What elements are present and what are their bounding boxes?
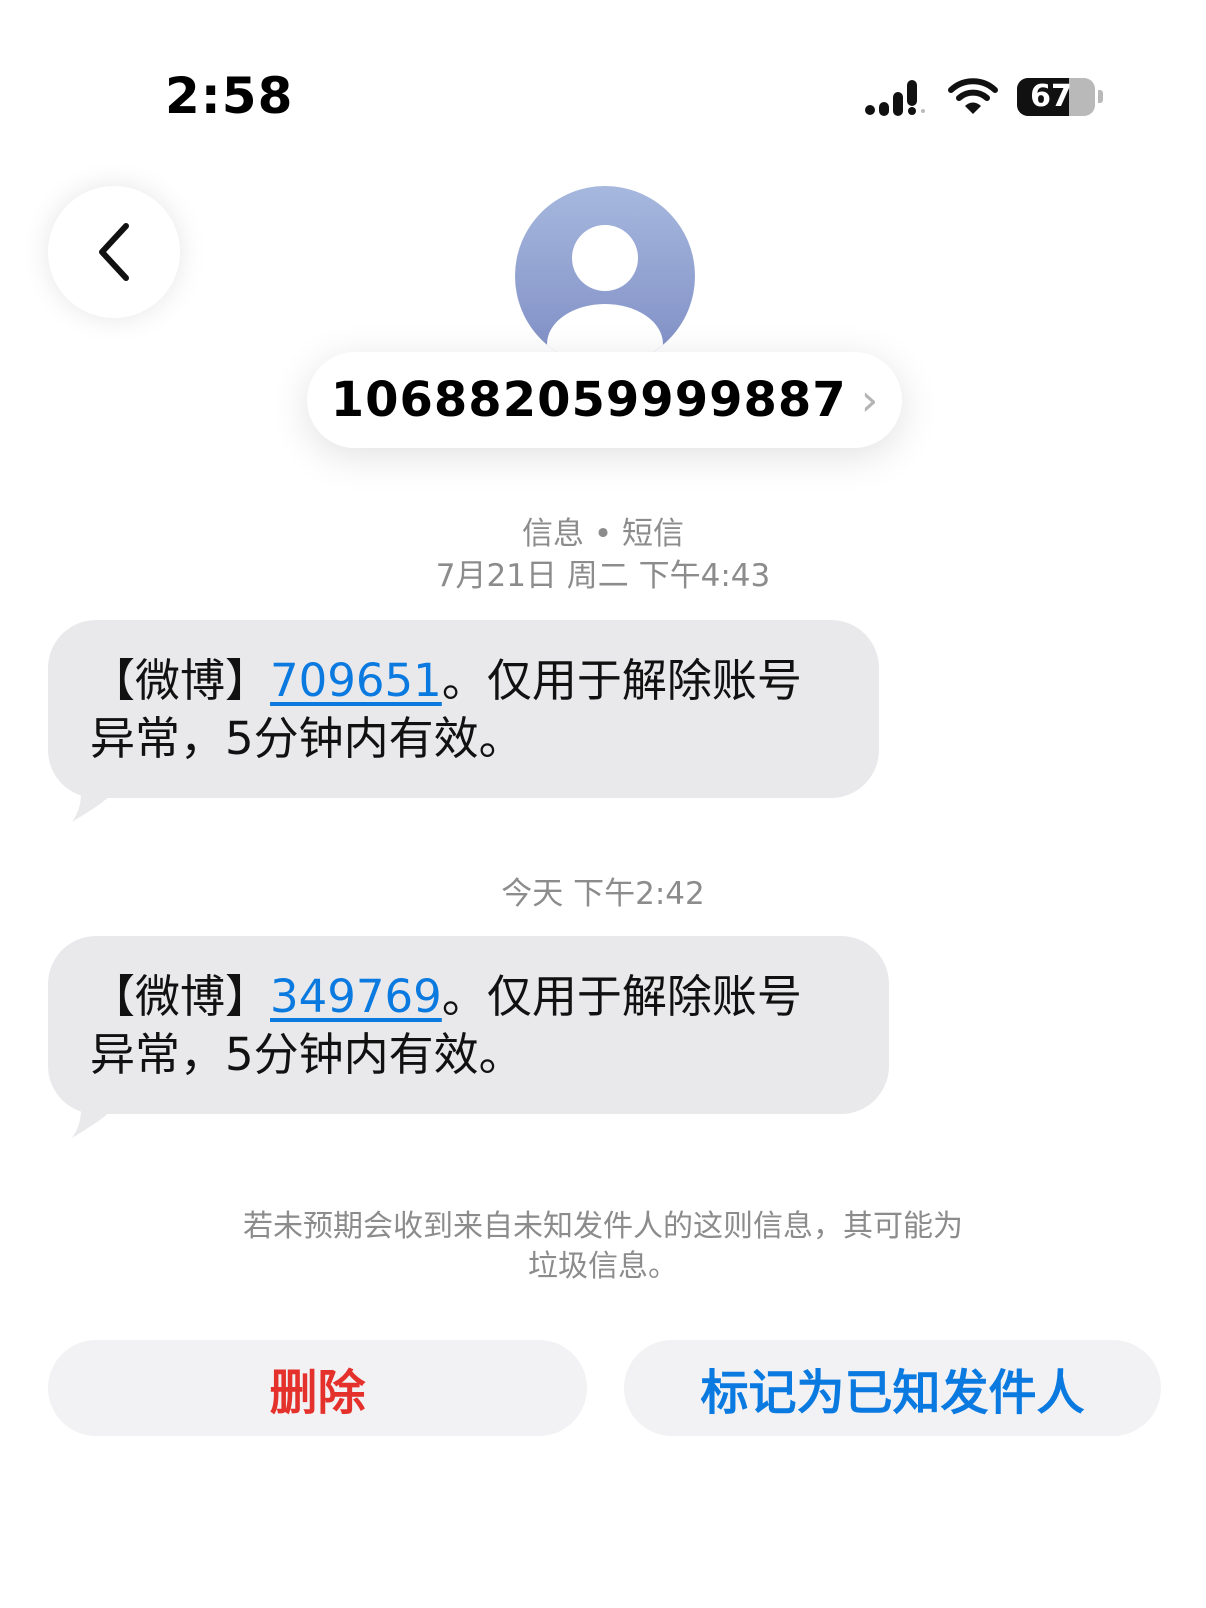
person-placeholder-icon — [547, 225, 663, 366]
contact-details-button[interactable]: 106882059999887 › — [307, 352, 902, 448]
unknown-sender-notice: 若未预期会收到来自未知发件人的这则信息，其可能为 垃圾信息。 — [150, 1207, 1056, 1287]
message-sender-tag: 【微博】 — [90, 970, 271, 1023]
messages-screen: 2:58 67 106882059999887 › 信息 • 短信 7月21日 … — [0, 0, 1206, 1608]
message-line: 【微博】349769。仅用于解除账号 — [90, 968, 847, 1026]
message-line: 异常，5分钟内有效。 — [90, 1028, 524, 1081]
message-text: 。仅用于解除账号 — [441, 654, 802, 707]
chevron-right-icon: › — [860, 374, 879, 426]
verification-code-link[interactable]: 709651 — [270, 654, 442, 707]
bubble-tail — [72, 1094, 114, 1138]
bubble-tail — [72, 778, 114, 822]
contact-number: 106882059999887 — [330, 372, 847, 428]
chevron-left-icon — [99, 223, 129, 281]
mark-known-sender-button[interactable]: 标记为已知发件人 — [624, 1340, 1161, 1436]
message-bubble[interactable]: 【微博】709651。仅用于解除账号 异常，5分钟内有效。 — [48, 620, 879, 798]
message-sender-tag: 【微博】 — [90, 654, 271, 707]
status-time: 2:58 — [165, 67, 294, 125]
battery-icon: 67 — [1017, 78, 1095, 116]
service-label: 信息 • 短信 — [522, 516, 684, 552]
notice-line: 垃圾信息。 — [528, 1249, 678, 1284]
contact-avatar[interactable] — [515, 186, 695, 366]
message-line: 【微博】709651。仅用于解除账号 — [90, 652, 837, 710]
back-button[interactable] — [48, 186, 180, 318]
wifi-icon — [948, 78, 998, 114]
battery-level: 67 — [1030, 79, 1072, 114]
battery-tip — [1098, 90, 1103, 103]
delete-button[interactable]: 删除 — [48, 1340, 587, 1436]
message-bubble[interactable]: 【微博】349769。仅用于解除账号 异常，5分钟内有效。 — [48, 936, 889, 1114]
cellular-signal-icon — [865, 80, 925, 116]
message-text: 。仅用于解除账号 — [441, 970, 802, 1023]
message-timestamp: 今天 下午2:42 — [501, 876, 705, 912]
message-line: 异常，5分钟内有效。 — [90, 712, 524, 765]
notice-line: 若未预期会收到来自未知发件人的这则信息，其可能为 — [243, 1209, 963, 1244]
verification-code-link[interactable]: 349769 — [270, 970, 442, 1023]
message-timestamp: 7月21日 周二 下午4:43 — [435, 558, 771, 594]
